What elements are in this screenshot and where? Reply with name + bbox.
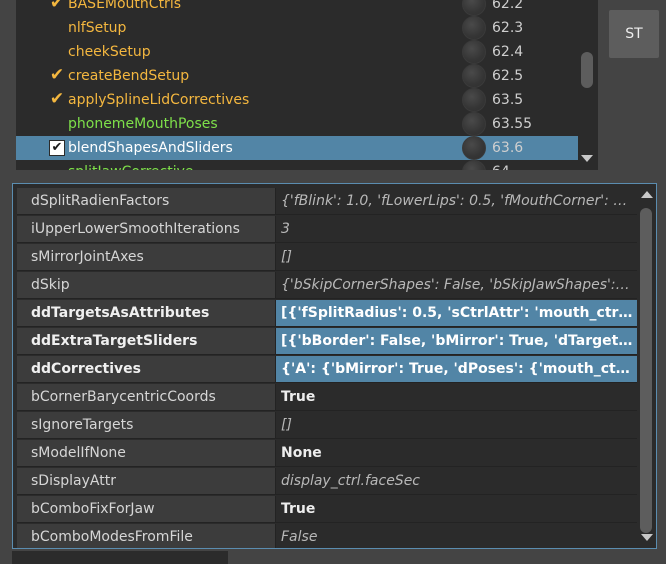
step-name: phonemeMouthPoses — [68, 116, 218, 132]
attribute-row[interactable]: sIgnoreTargets[] — [17, 412, 637, 439]
attribute-key: sMirrorJointAxes — [17, 244, 275, 270]
checkmark-icon[interactable]: ✔ — [49, 140, 65, 156]
status-dot-icon[interactable] — [462, 40, 486, 64]
scrollbar-thumb[interactable] — [640, 208, 652, 533]
attribute-key: bCornerBarycentricCoords — [17, 384, 275, 410]
attribute-value[interactable]: 3 — [275, 216, 637, 242]
attribute-value[interactable]: [{'bBorder': False, 'bMirror': True, 'dT… — [275, 328, 637, 354]
step-row[interactable]: ✔ BASEMouthCtrls 62.2 — [16, 0, 578, 16]
bottom-tab[interactable] — [12, 551, 228, 564]
attribute-row[interactable]: iUpperLowerSmoothIterations 3 — [17, 216, 637, 243]
step-version: 64 — [492, 163, 510, 170]
step-row[interactable]: ✔ applySplineLidCorrectives 63.5 — [16, 88, 578, 112]
attribute-value[interactable]: {'bSkipCornerShapes': False, 'bSkipJawSh… — [275, 272, 637, 298]
attribute-value[interactable]: True — [275, 496, 637, 522]
attribute-table: dSplitRadienFactors {'fBlink': 1.0, 'fLow… — [12, 183, 657, 549]
attribute-value[interactable]: {'A': {'bMirror': True, 'dPoses': {'mout… — [275, 356, 637, 382]
step-list[interactable]: ✔ BASEMouthCtrls 62.2 nlfSetup 62.3 cheekSetu… — [16, 0, 578, 170]
step-version: 62.3 — [492, 20, 524, 36]
status-dot-icon[interactable] — [462, 160, 486, 170]
step-version: 63.5 — [492, 92, 524, 108]
step-version: 62.2 — [492, 0, 524, 12]
attribute-row[interactable]: ddExtraTargetSliders [{'bBorder': False, … — [17, 328, 637, 355]
attribute-value[interactable]: False — [275, 524, 637, 548]
attribute-row[interactable]: sModelIfNone None — [17, 440, 637, 467]
checkmark-icon[interactable]: ✔ — [48, 66, 66, 84]
step-row[interactable]: ✔ createBendSetup 62.5 — [16, 64, 578, 88]
step-name: cheekSetup — [68, 44, 151, 60]
status-dot-icon[interactable] — [462, 88, 486, 112]
attribute-value[interactable]: None — [275, 440, 637, 466]
step-row[interactable]: phonemeMouthPoses 63.55 — [16, 112, 578, 136]
attribute-key: dSplitRadienFactors — [17, 188, 275, 214]
step-name: createBendSetup — [68, 68, 190, 84]
step-version: 62.5 — [492, 68, 524, 84]
attribute-key: ddExtraTargetSliders — [17, 328, 275, 354]
attribute-row[interactable]: ddTargetsAsAttributes [{'fSplitRadius': 0… — [17, 300, 637, 327]
step-version: 63.55 — [492, 116, 533, 132]
attribute-key: iUpperLowerSmoothIterations — [17, 216, 275, 242]
step-version: 62.4 — [492, 44, 524, 60]
step-version: 63.6 — [492, 140, 524, 156]
attribute-value[interactable]: [] — [275, 244, 637, 270]
attribute-row[interactable]: bComboModesFromFile False — [17, 524, 637, 548]
status-dot-icon[interactable] — [462, 16, 486, 40]
step-name: applySplineLidCorrectives — [68, 92, 250, 108]
status-dot-icon[interactable] — [462, 136, 486, 160]
scrollbar-thumb[interactable] — [581, 52, 593, 88]
attribute-value[interactable]: display_ctrl.faceSec — [275, 468, 637, 494]
attribute-row[interactable]: dSkip {'bSkipCornerShapes': False, 'bSkip… — [17, 272, 637, 299]
step-name: BASEMouthCtrls — [68, 0, 181, 12]
attribute-table-scrollbar[interactable] — [637, 184, 656, 548]
step-name: splitJawCorrective — [68, 163, 194, 170]
scroll-up-arrow-icon[interactable] — [641, 191, 653, 198]
step-row[interactable]: splitJawCorrective 64 — [16, 160, 578, 170]
attribute-row[interactable]: sDisplayAttr display_ctrl.faceSec — [17, 468, 637, 495]
step-name: blendShapesAndSliders — [68, 140, 233, 156]
step-row[interactable]: ✔ blendShapesAndSliders 63.6 — [16, 136, 578, 160]
status-dot-icon[interactable] — [462, 112, 486, 136]
st-button[interactable]: ST — [609, 10, 659, 58]
attribute-key: sDisplayAttr — [17, 468, 275, 494]
step-row[interactable]: cheekSetup 62.4 — [16, 40, 578, 64]
status-dot-icon[interactable] — [462, 0, 486, 16]
step-list-scrollbar[interactable] — [578, 0, 598, 170]
attribute-row[interactable]: ddCorrectives {'A': {'bMirror': True, 'dP… — [17, 356, 637, 383]
attribute-value[interactable]: [{'fSplitRadius': 0.5, 'sCtrlAttr': 'mou… — [275, 300, 637, 326]
step-name: nlfSetup — [68, 20, 127, 36]
attribute-value[interactable]: True — [275, 384, 637, 410]
step-row[interactable]: nlfSetup 62.3 — [16, 16, 578, 40]
attribute-key: bComboFixForJaw — [17, 496, 275, 522]
checkmark-icon[interactable]: ✔ — [48, 90, 66, 108]
attribute-key: sIgnoreTargets — [17, 412, 275, 438]
attribute-key: ddCorrectives — [17, 356, 275, 382]
attribute-row[interactable]: sMirrorJointAxes[] — [17, 244, 637, 271]
checkmark-icon[interactable]: ✔ — [48, 0, 66, 12]
attribute-row[interactable]: bComboFixForJaw True — [17, 496, 637, 523]
attribute-row[interactable]: bCornerBarycentricCoords True — [17, 384, 637, 411]
attribute-key: sModelIfNone — [17, 440, 275, 466]
scroll-down-arrow-icon[interactable] — [581, 155, 593, 162]
attribute-key: dSkip — [17, 272, 275, 298]
attribute-key: bComboModesFromFile — [17, 524, 275, 548]
scroll-down-arrow-icon[interactable] — [641, 534, 653, 541]
attribute-key: ddTargetsAsAttributes — [17, 300, 275, 326]
attribute-value[interactable]: [] — [275, 412, 637, 438]
attribute-value[interactable]: {'fBlink': 1.0, 'fLowerLips': 0.5, 'fMou… — [275, 188, 637, 214]
status-dot-icon[interactable] — [462, 64, 486, 88]
attribute-row[interactable]: dSplitRadienFactors {'fBlink': 1.0, 'fLow… — [17, 188, 637, 215]
